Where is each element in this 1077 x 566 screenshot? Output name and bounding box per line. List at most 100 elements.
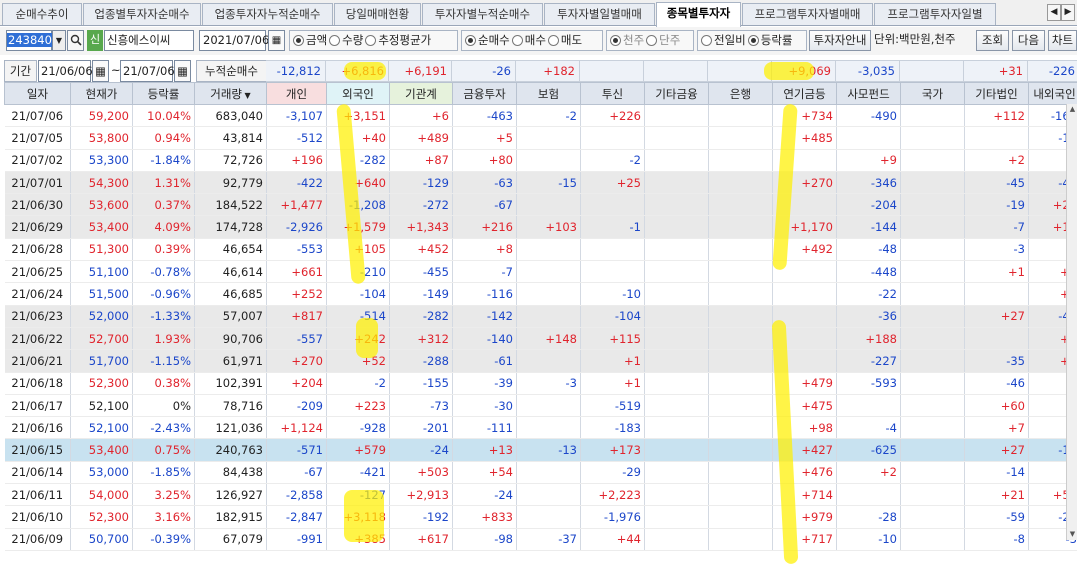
table-row[interactable]: 21/07/02 53,300 -1.84% 72,726 +196 -282 +87 +80…: [4, 149, 1077, 172]
column-header-6[interactable]: 기관계: [389, 82, 453, 105]
column-header-4[interactable]: 개인: [266, 82, 327, 105]
radio-buy[interactable]: 매수: [511, 31, 546, 50]
table-row[interactable]: 21/06/11 54,000 3.25% 126,927 -2,858 -127 +2,9…: [4, 483, 1077, 507]
table-row[interactable]: 21/07/06 59,200 10.04% 683,040 -3,107 +3,151 +…: [4, 104, 1077, 128]
tab-sector-investor-cumulative[interactable]: 업종투자자누적순매수: [202, 3, 333, 25]
column-header-14[interactable]: 국가: [900, 82, 965, 105]
table-row[interactable]: 21/06/15 53,400 0.75% 240,763 -571 +579 -24 +13…: [4, 438, 1077, 462]
table-cell: -39: [452, 372, 517, 395]
radio-prev-day-change[interactable]: 전일비: [701, 31, 746, 50]
table-cell: [644, 394, 709, 418]
column-header-5[interactable]: 외국인: [326, 82, 390, 105]
radio-net-buy[interactable]: 순매수: [465, 31, 510, 50]
trade-type-radio-group: 순매수 매수 매도: [461, 30, 603, 51]
radio-sell[interactable]: 매도: [547, 31, 582, 50]
table-cell: [644, 215, 709, 239]
table-cell: -3,107: [266, 104, 327, 128]
radio-est-avg-price[interactable]: 추정평균가: [365, 31, 431, 50]
tab-scroll-right-icon[interactable]: ▶: [1061, 4, 1075, 21]
table-row[interactable]: 21/06/28 51,300 0.39% 46,654 -553 +105 +452 +8 +…: [4, 238, 1077, 262]
table-cell: -192: [389, 505, 453, 529]
table-cell: 46,685: [194, 282, 267, 306]
calendar-from-icon[interactable]: ▦: [92, 60, 109, 82]
tab-stock-investor[interactable]: 종목별투자자: [656, 2, 741, 27]
table-row[interactable]: 21/06/22 52,700 1.93% 90,706 -557 +242 +312 -14…: [4, 327, 1077, 351]
query-date-input[interactable]: 2021/07/06: [199, 30, 269, 51]
tab-daily-trading-status[interactable]: 당일매매현황: [334, 3, 421, 25]
column-header-2[interactable]: 등락률: [132, 82, 195, 105]
column-header-1[interactable]: 현재가: [70, 82, 133, 105]
table-row[interactable]: 21/06/17 52,100 0% 78,716 -209 +223 -73 -30 -519…: [4, 394, 1077, 418]
table-row[interactable]: 21/06/29 53,400 4.09% 174,728 -2,926 +1,579 +1…: [4, 215, 1077, 239]
table-row[interactable]: 21/07/01 54,300 1.31% 92,779 -422 +640 -129 -63…: [4, 171, 1077, 195]
chevron-down-icon[interactable]: ▼: [52, 30, 66, 51]
table-row[interactable]: 21/06/18 52,300 0.38% 102,391 +204 -2 -155 -39-…: [4, 372, 1077, 395]
scroll-down-icon[interactable]: ▼: [1067, 529, 1077, 540]
tab-sector-investor-net-buy[interactable]: 업종별투자자순매수: [83, 3, 201, 25]
table-row[interactable]: 21/06/16 52,100 -2.43% 121,036 +1,124 -928 -20…: [4, 416, 1077, 440]
table-row[interactable]: 21/06/24 51,500 -0.96% 46,685 +252 -104 -149 -1…: [4, 282, 1077, 306]
table-cell: 43,814: [194, 126, 267, 150]
search-icon[interactable]: [67, 30, 84, 51]
table-cell: 57,007: [194, 305, 267, 328]
tab-program-investor-daily[interactable]: 프로그램투자자일별: [874, 3, 996, 25]
query-button[interactable]: 조회: [976, 30, 1009, 51]
table-cell: +1: [580, 372, 645, 395]
table-cell: [900, 528, 965, 551]
table-cell: [900, 372, 965, 395]
column-header-8[interactable]: 보험: [516, 82, 581, 105]
column-header-13[interactable]: 사모펀드: [836, 82, 901, 105]
table-row[interactable]: 21/06/14 53,000 -1.85% 84,438 -67 -421 +503 +54…: [4, 461, 1077, 485]
table-row[interactable]: 21/06/25 51,100 -0.78% 46,614 +661 -210 -455 -7…: [4, 260, 1077, 284]
next-button[interactable]: 다음: [1012, 30, 1045, 51]
chart-button[interactable]: 차트: [1048, 30, 1077, 51]
table-cell: -1.84%: [132, 149, 195, 172]
table-cell: [516, 416, 581, 440]
table-row[interactable]: 21/06/21 51,700 -1.15% 61,971 +270 +52 -288 -61…: [4, 349, 1077, 373]
radio-quantity[interactable]: 수량: [329, 31, 363, 50]
tab-scroll-left-icon[interactable]: ◀: [1047, 4, 1061, 21]
tab-net-buy-trend[interactable]: 순매수추이: [2, 3, 82, 25]
period-from-input[interactable]: 21/06/06: [38, 60, 93, 82]
radio-thousand-shares[interactable]: 천주: [610, 31, 644, 50]
column-header-3[interactable]: 거래량 ▼: [194, 82, 267, 105]
column-header-10[interactable]: 기타금융: [644, 82, 709, 105]
table-row[interactable]: 21/06/09 50,700 -0.39% 67,079 -991 +385 +617 -9…: [4, 528, 1077, 551]
table-cell: +312: [389, 327, 453, 351]
column-header-16[interactable]: 내외국인: [1028, 82, 1077, 105]
radio-amount[interactable]: 금액: [293, 31, 327, 50]
table-cell: -2,858: [266, 483, 327, 507]
table-cell: -0.78%: [132, 260, 195, 284]
table-row[interactable]: 21/06/23 52,000 -1.33% 57,007 +817 -514 -282 -1…: [4, 305, 1077, 328]
stock-code-input[interactable]: 243840: [6, 30, 53, 51]
table-row[interactable]: 21/06/30 53,600 0.37% 184,522 +1,477 -1,208 -2…: [4, 193, 1077, 217]
scroll-up-icon[interactable]: ▲: [1067, 104, 1077, 115]
tab-investor-daily-trading[interactable]: 투자자별일별매매: [544, 3, 655, 25]
calendar-to-icon[interactable]: ▦: [174, 60, 191, 82]
table-row[interactable]: 21/07/05 53,800 0.94% 43,814 -512 +40 +489 +5 +4…: [4, 126, 1077, 150]
table-cell: +492: [772, 238, 837, 262]
radio-change-rate[interactable]: 등락률: [747, 31, 793, 50]
table-cell: -519: [580, 394, 645, 418]
table-cell: 90,706: [194, 327, 267, 351]
table-row[interactable]: 21/06/10 52,300 3.16% 182,915 -2,847 +3,118 -1…: [4, 505, 1077, 529]
table-cell: +833: [452, 505, 517, 529]
stock-name-field[interactable]: 신흥에스이씨: [104, 30, 194, 51]
column-header-9[interactable]: 투신: [580, 82, 645, 105]
column-header-12[interactable]: 연기금등: [772, 82, 837, 105]
table-cell: 21/06/14: [4, 461, 71, 485]
radio-single-shares[interactable]: 단주: [646, 31, 680, 50]
calendar-icon[interactable]: ▦: [268, 30, 285, 51]
tab-investor-cumulative-net-buy[interactable]: 투자자별누적순매수: [422, 3, 543, 25]
column-header-0[interactable]: 일자: [4, 82, 71, 105]
column-header-11[interactable]: 은행: [708, 82, 773, 105]
vertical-scrollbar[interactable]: ▲ ▼: [1066, 104, 1077, 540]
investor-info-button[interactable]: 투자자안내: [809, 30, 871, 51]
sort-desc-icon[interactable]: ▼: [242, 91, 251, 100]
column-header-7[interactable]: 금융투자: [452, 82, 517, 105]
table-cell: +476: [772, 461, 837, 485]
table-cell: -593: [836, 372, 901, 395]
column-header-15[interactable]: 기타법인: [964, 82, 1029, 105]
period-to-input[interactable]: 21/07/06: [120, 60, 175, 82]
tab-program-investor-trading[interactable]: 프로그램투자자별매매: [742, 3, 873, 25]
